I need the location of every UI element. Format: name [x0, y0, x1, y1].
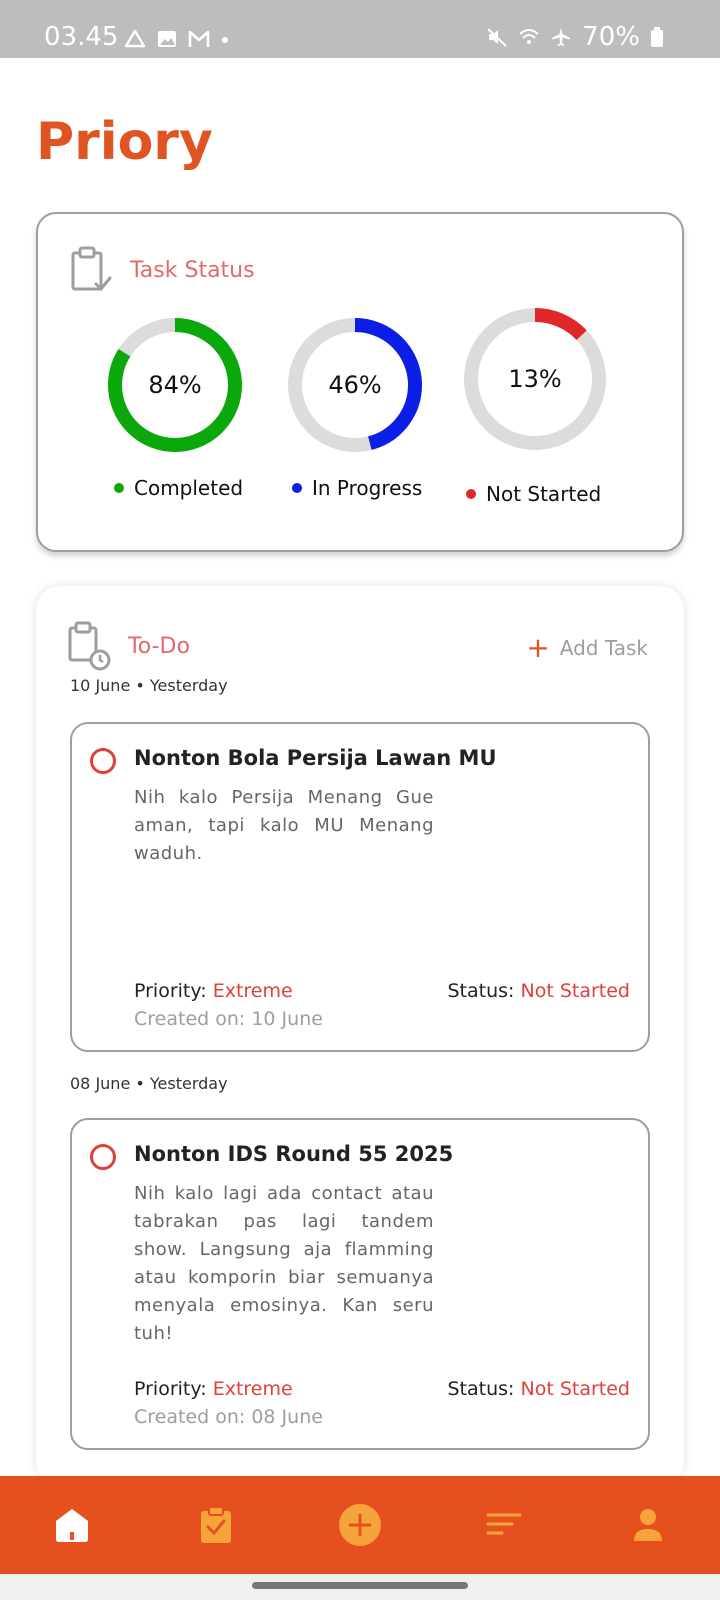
- legend-dot-icon: [292, 483, 302, 493]
- add-icon: [339, 1504, 381, 1546]
- task-created: Created on: 08 June: [134, 1406, 323, 1428]
- task-title: Nonton Bola Persija Lawan MU: [134, 746, 497, 770]
- status-ring: 46%: [288, 318, 422, 452]
- todo-header: To-Do: [68, 620, 190, 672]
- drive-icon: [124, 29, 146, 48]
- priority-value: Extreme: [212, 980, 293, 1002]
- status-value: Not Started: [520, 1378, 631, 1400]
- status-label: Status:: [447, 980, 515, 1002]
- priority-label: Priority:: [134, 1378, 207, 1400]
- airplane-icon: [552, 28, 571, 46]
- system-icons: 70%: [486, 22, 664, 52]
- gmail-icon: [188, 30, 210, 47]
- gesture-area: [0, 1574, 720, 1600]
- task-status-circle-icon[interactable]: [90, 1144, 116, 1170]
- battery-percent: 70%: [582, 22, 640, 52]
- status-legend: Completed: [114, 476, 243, 500]
- task-card[interactable]: Nonton IDS Round 55 2025 Nih kalo lagi a…: [70, 1118, 650, 1450]
- home-icon: [56, 1509, 88, 1542]
- task-status: Status: Not Started: [448, 980, 631, 1002]
- bottom-navigation: [0, 1476, 720, 1574]
- status-legend: Not Started: [466, 482, 601, 506]
- ring-percent: 13%: [508, 365, 562, 393]
- task-card[interactable]: Nonton Bola Persija Lawan MU Nih kalo Pe…: [70, 722, 650, 1052]
- profile-icon: [634, 1509, 662, 1541]
- clipboard-check-icon: [71, 246, 112, 292]
- app-title: Priory: [36, 112, 213, 172]
- legend-dot-icon: [466, 489, 476, 499]
- ring-percent: 46%: [328, 371, 382, 399]
- priority-label: Priority:: [134, 980, 207, 1002]
- status-value: Not Started: [520, 980, 631, 1002]
- wifi-icon: [519, 29, 539, 44]
- mute-icon: [487, 28, 507, 47]
- date-label: 10 June • Yesterday: [70, 676, 228, 695]
- task-status-header: Task Status: [70, 246, 255, 294]
- task-priority: Priority: Extreme: [134, 1378, 293, 1400]
- task-status-circle-icon[interactable]: [90, 748, 116, 774]
- clipboard-clock-icon: [68, 621, 111, 671]
- priority-value: Extreme: [212, 1378, 293, 1400]
- gesture-bar[interactable]: [252, 1582, 468, 1589]
- dot-icon: [222, 37, 228, 43]
- status-ring: 13%: [464, 308, 606, 450]
- task-created: Created on: 10 June: [134, 1008, 323, 1030]
- task-status-title: Task Status: [130, 257, 255, 283]
- legend-label: Completed: [134, 476, 244, 500]
- task-priority: Priority: Extreme: [134, 980, 293, 1002]
- status-label: Status:: [447, 1378, 515, 1400]
- add-task-button[interactable]: + Add Task: [526, 631, 648, 664]
- battery-icon: [651, 27, 663, 47]
- task-status-card: Task Status 84% Completed 46% In Progress 13…: [36, 212, 684, 552]
- nav-profile[interactable]: [598, 1476, 698, 1574]
- plus-icon: +: [526, 631, 550, 664]
- task-status: Status: Not Started: [448, 1378, 631, 1400]
- legend-label: Not Started: [486, 482, 602, 506]
- tasks-icon: [201, 1506, 231, 1543]
- legend-label: In Progress: [312, 476, 423, 500]
- status-time: 03.45: [44, 22, 119, 52]
- status-legend: In Progress: [292, 476, 422, 500]
- task-description: Nih kalo lagi ada contact atau tabrakan …: [134, 1183, 434, 1344]
- nav-home[interactable]: [22, 1476, 122, 1574]
- legend-dot-icon: [114, 483, 124, 493]
- nav-add[interactable]: [310, 1476, 410, 1574]
- todo-title: To-Do: [128, 633, 190, 659]
- status-bar: 03.45 70%: [0, 0, 720, 58]
- filter-icon: [486, 1513, 522, 1535]
- task-title: Nonton IDS Round 55 2025: [134, 1142, 454, 1166]
- nav-tasks[interactable]: [166, 1476, 266, 1574]
- task-description: Nih kalo Persija Menang Gue aman, tapi k…: [134, 787, 434, 864]
- gallery-icon: [158, 31, 176, 47]
- add-task-label: Add Task: [559, 636, 648, 660]
- status-ring: 84%: [108, 318, 242, 452]
- ring-percent: 84%: [148, 371, 202, 399]
- todo-card: To-Do + Add Task 10 June • Yesterday Non…: [36, 586, 684, 1486]
- date-label: 08 June • Yesterday: [70, 1074, 228, 1093]
- nav-filter[interactable]: [454, 1476, 554, 1574]
- notification-icons: [124, 28, 230, 50]
